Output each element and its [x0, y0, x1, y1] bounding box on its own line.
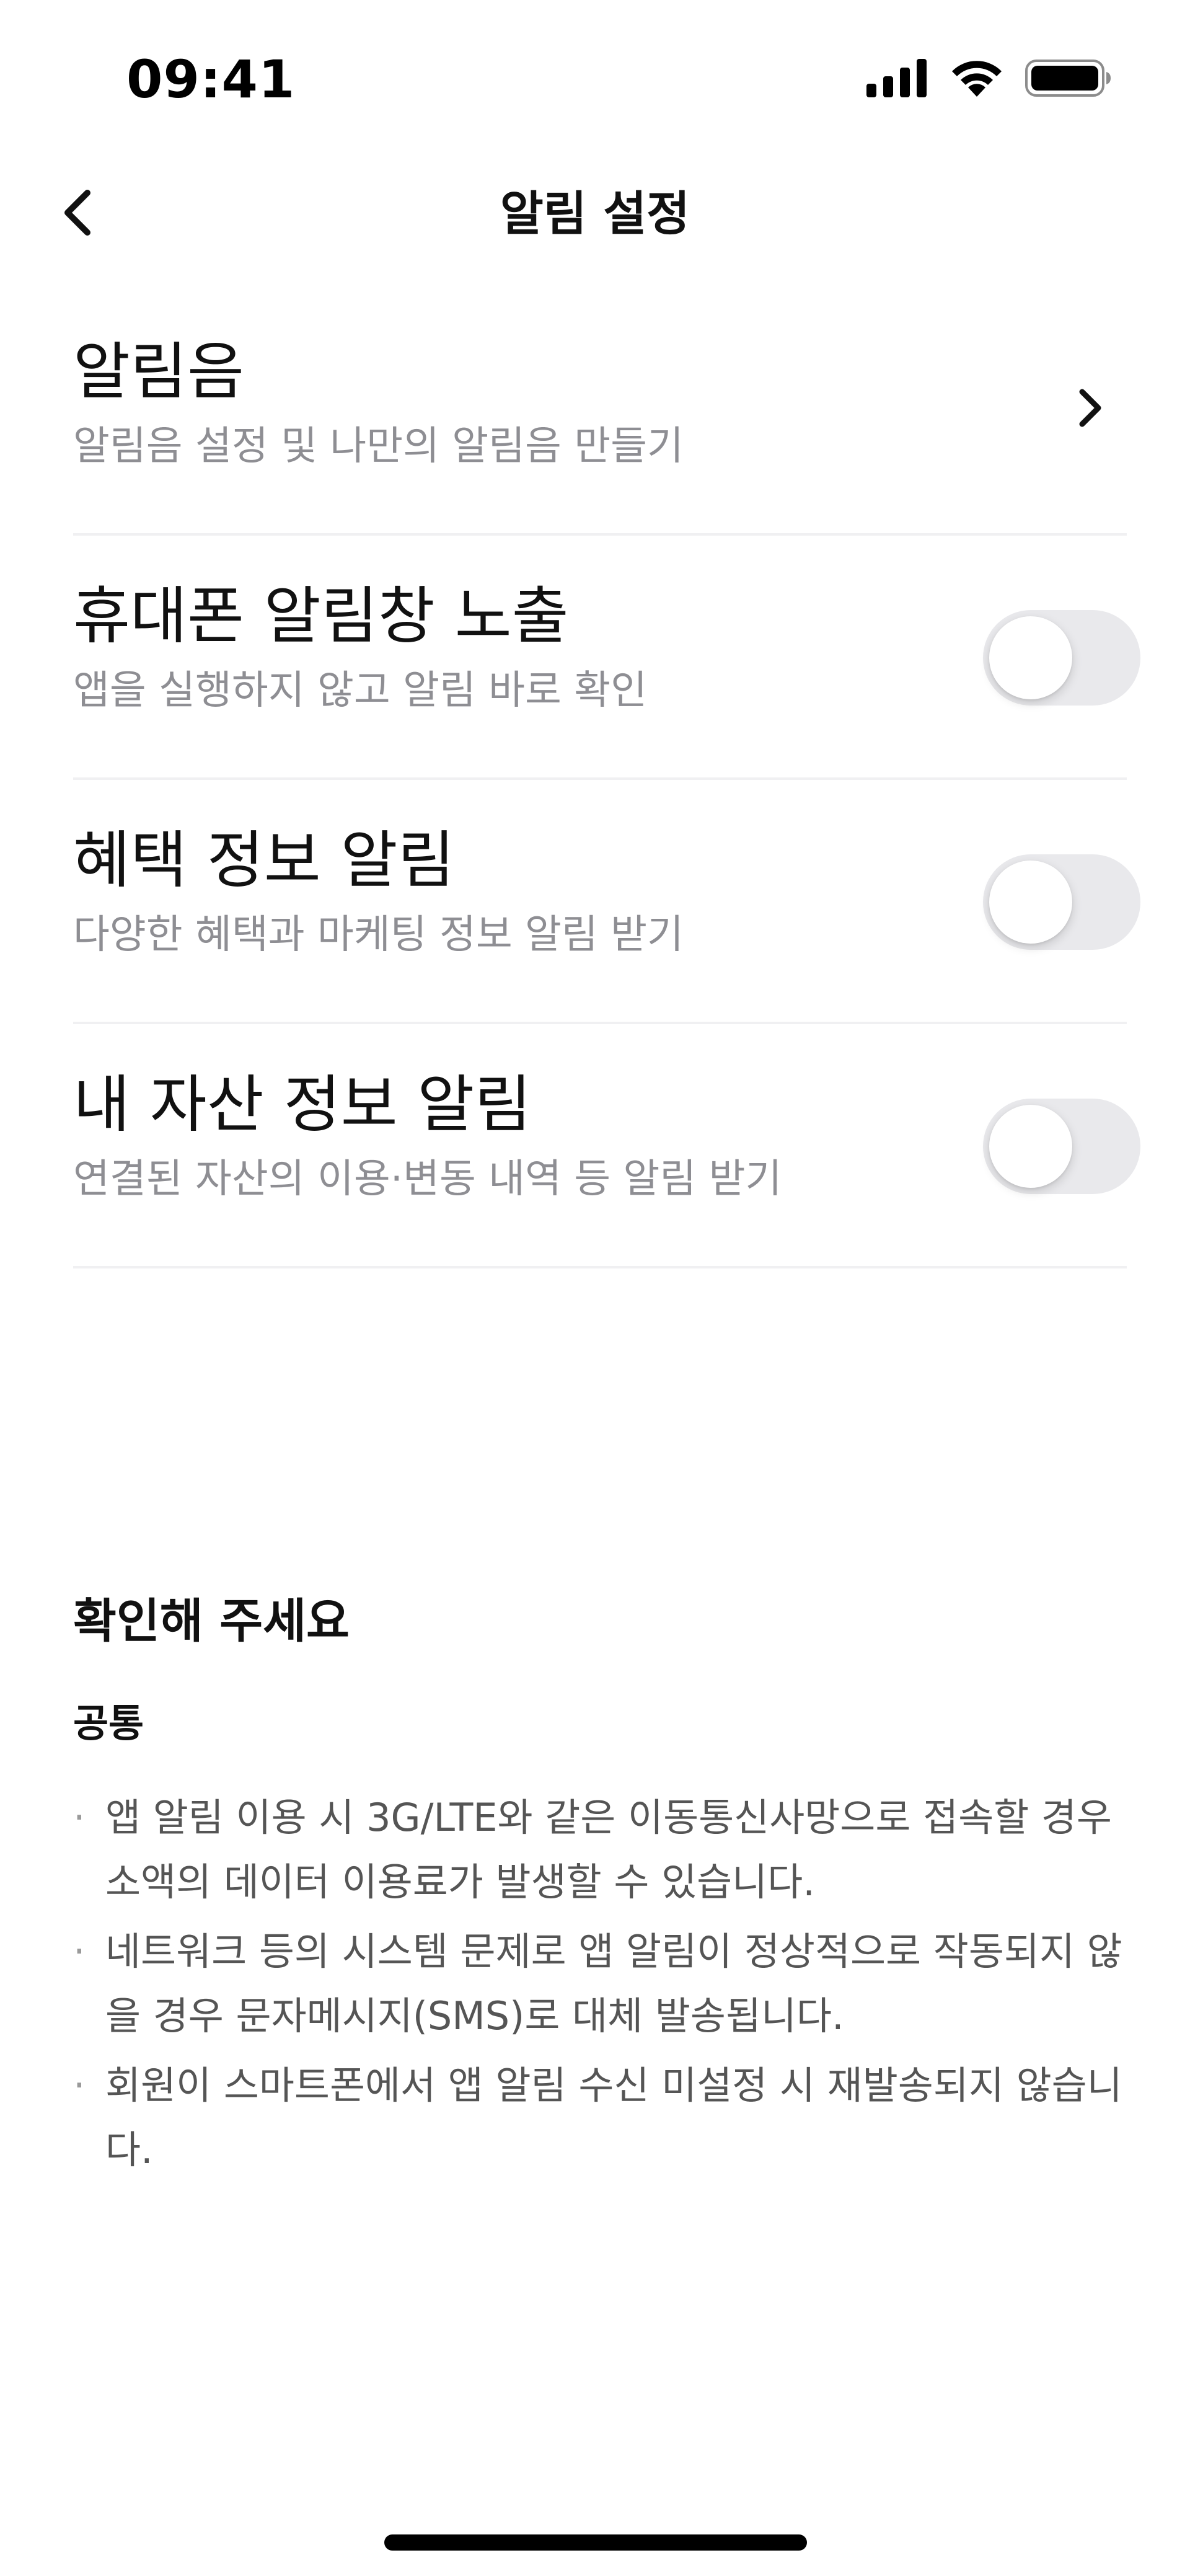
notice-item: · 앱 알림 이용 시 3G/LTE와 같은 이동통신사망으로 접속할 경우 소…	[73, 1786, 1127, 1914]
setting-title: 알림음	[73, 335, 244, 408]
setting-title: 휴대폰 알림창 노출	[73, 580, 569, 652]
notice-section: 확인해 주세요 공통 · 앱 알림 이용 시 3G/LTE와 같은 이동통신사망…	[73, 1587, 1127, 2187]
toggle-knob	[989, 1105, 1072, 1188]
setting-row-notification-sound[interactable]: 알림음 알림음 설정 및 나만의 알림음 만들기	[73, 291, 1127, 536]
bullet-icon: ·	[73, 1795, 86, 1840]
battery-icon	[1025, 58, 1112, 100]
bullet-icon: ·	[73, 1929, 86, 1974]
setting-row-asset-info-notification: 내 자산 정보 알림 연결된 자산의 이용·변동 내역 등 알림 받기	[73, 1024, 1140, 1268]
status-icons	[866, 56, 1112, 103]
cellular-signal-icon	[866, 59, 928, 100]
setting-title: 혜택 정보 알림	[73, 824, 455, 896]
notice-item: · 네트워크 등의 시스템 문제로 앱 알림이 정상적으로 작동되지 않을 경우…	[73, 1919, 1127, 2048]
home-indicator[interactable]	[384, 2534, 807, 2551]
toggle-knob	[989, 861, 1072, 944]
navigation-bar: 알림 설정	[0, 167, 1190, 260]
notice-subtitle: 공통	[73, 1701, 144, 1746]
notice-list: · 앱 알림 이용 시 3G/LTE와 같은 이동통신사망으로 접속할 경우 소…	[73, 1786, 1127, 2182]
toggle-knob	[989, 616, 1072, 699]
notice-item-text: 앱 알림 이용 시 3G/LTE와 같은 이동통신사망으로 접속할 경우 소액의…	[105, 1795, 1112, 1905]
setting-row-benefit-info-notification: 혜택 정보 알림 다양한 혜택과 마케팅 정보 알림 받기	[73, 780, 1140, 1024]
setting-title: 내 자산 정보 알림	[73, 1068, 532, 1141]
notice-item-text: 네트워크 등의 시스템 문제로 앱 알림이 정상적으로 작동되지 않을 경우 문…	[105, 1929, 1122, 2038]
benefit-info-notification-toggle[interactable]	[983, 854, 1140, 950]
status-bar: 09:41	[0, 0, 1190, 149]
bullet-icon: ·	[73, 2063, 86, 2108]
setting-subtitle: 다양한 혜택과 마케팅 정보 알림 받기	[73, 912, 684, 958]
phone-notification-display-toggle[interactable]	[983, 610, 1140, 706]
notice-item-text: 회원이 스마트폰에서 앱 알림 수신 미설정 시 재발송되지 않습니다.	[105, 2063, 1122, 2172]
asset-info-notification-toggle[interactable]	[983, 1099, 1140, 1194]
notification-sound-chevron-button[interactable]	[1065, 384, 1114, 434]
notice-title: 확인해 주세요	[73, 1593, 350, 1649]
setting-subtitle: 알림음 설정 및 나만의 알림음 만들기	[73, 423, 684, 469]
notice-item: · 회원이 스마트폰에서 앱 알림 수신 미설정 시 재발송되지 않습니다.	[73, 2053, 1127, 2182]
settings-list: 알림음 알림음 설정 및 나만의 알림음 만들기 휴대폰 알림창 노출 앱을 실…	[73, 291, 1140, 1268]
setting-subtitle: 앱을 실행하지 않고 알림 바로 확인	[73, 668, 648, 714]
page-title: 알림 설정	[500, 186, 690, 241]
chevron-right-icon	[1076, 387, 1103, 432]
setting-row-phone-notification-display: 휴대폰 알림창 노출 앱을 실행하지 않고 알림 바로 확인	[73, 536, 1140, 780]
status-time: 09:41	[126, 49, 296, 110]
setting-subtitle: 연결된 자산의 이용·변동 내역 등 알림 받기	[73, 1156, 782, 1202]
wifi-icon	[950, 58, 1004, 100]
